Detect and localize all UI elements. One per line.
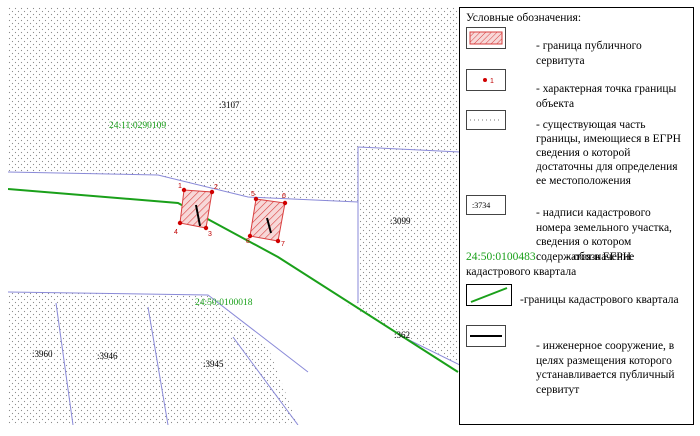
parcel-label-3960: :3960	[32, 349, 53, 359]
parcel-label-3099: :3099	[390, 216, 411, 226]
legend-item-quarter-code: 24:50:0100483 - обозначение кадастрового…	[466, 250, 688, 279]
point-3-marker	[203, 225, 209, 231]
point-7-label: 7	[281, 241, 285, 248]
legend-item-existing-boundary: - существующая часть границы, имеющиеся …	[536, 119, 681, 187]
legend-item-servitude: - граница публичного сервитута	[536, 40, 642, 67]
parcel-label-3945: :3945	[203, 359, 224, 369]
point-2-label: 2	[214, 184, 218, 191]
point-4-marker	[177, 220, 183, 226]
legend-title: Условные обозначения:	[466, 12, 582, 24]
cadastral-map: 1 2 3 4 5 6 7 8 :3107 :3099 :362 :3960 :…	[8, 7, 460, 425]
quarter-code-sample: 24:50:0100483	[466, 251, 536, 263]
legend-item-point: - характерная точка границы объекта	[536, 83, 677, 110]
quarter-label-bottom: 24:50:0100018	[195, 298, 253, 308]
parcel-label-362: :362	[394, 330, 410, 340]
legend-panel: Условные обозначения: - граница публично…	[462, 8, 690, 420]
point-3-label: 3	[208, 231, 212, 238]
point-5-label: 5	[251, 191, 255, 198]
point-4-label: 4	[174, 229, 178, 236]
legend-item-quarter-boundary: -границы кадастрового квартала	[520, 294, 679, 306]
point-7-marker	[275, 238, 281, 244]
parcel-label-3107: :3107	[219, 100, 240, 110]
legend-divider	[459, 7, 460, 425]
point-6-marker	[282, 200, 288, 206]
parcel-label-3946: :3946	[97, 351, 118, 361]
point-8-label: 8	[246, 238, 250, 245]
map-canvas: 1 2 3 4 5 6 7 8 :3107 :3099 :362 :3960 :…	[8, 7, 460, 425]
quarter-label-top: 24:11:0290109	[109, 121, 166, 131]
legend-item-engineering-structure: - инженерное сооружение, в целях размеще…	[536, 340, 675, 396]
point-1-marker	[181, 187, 187, 193]
point-1-label: 1	[178, 183, 182, 190]
point-6-label: 6	[282, 193, 286, 200]
